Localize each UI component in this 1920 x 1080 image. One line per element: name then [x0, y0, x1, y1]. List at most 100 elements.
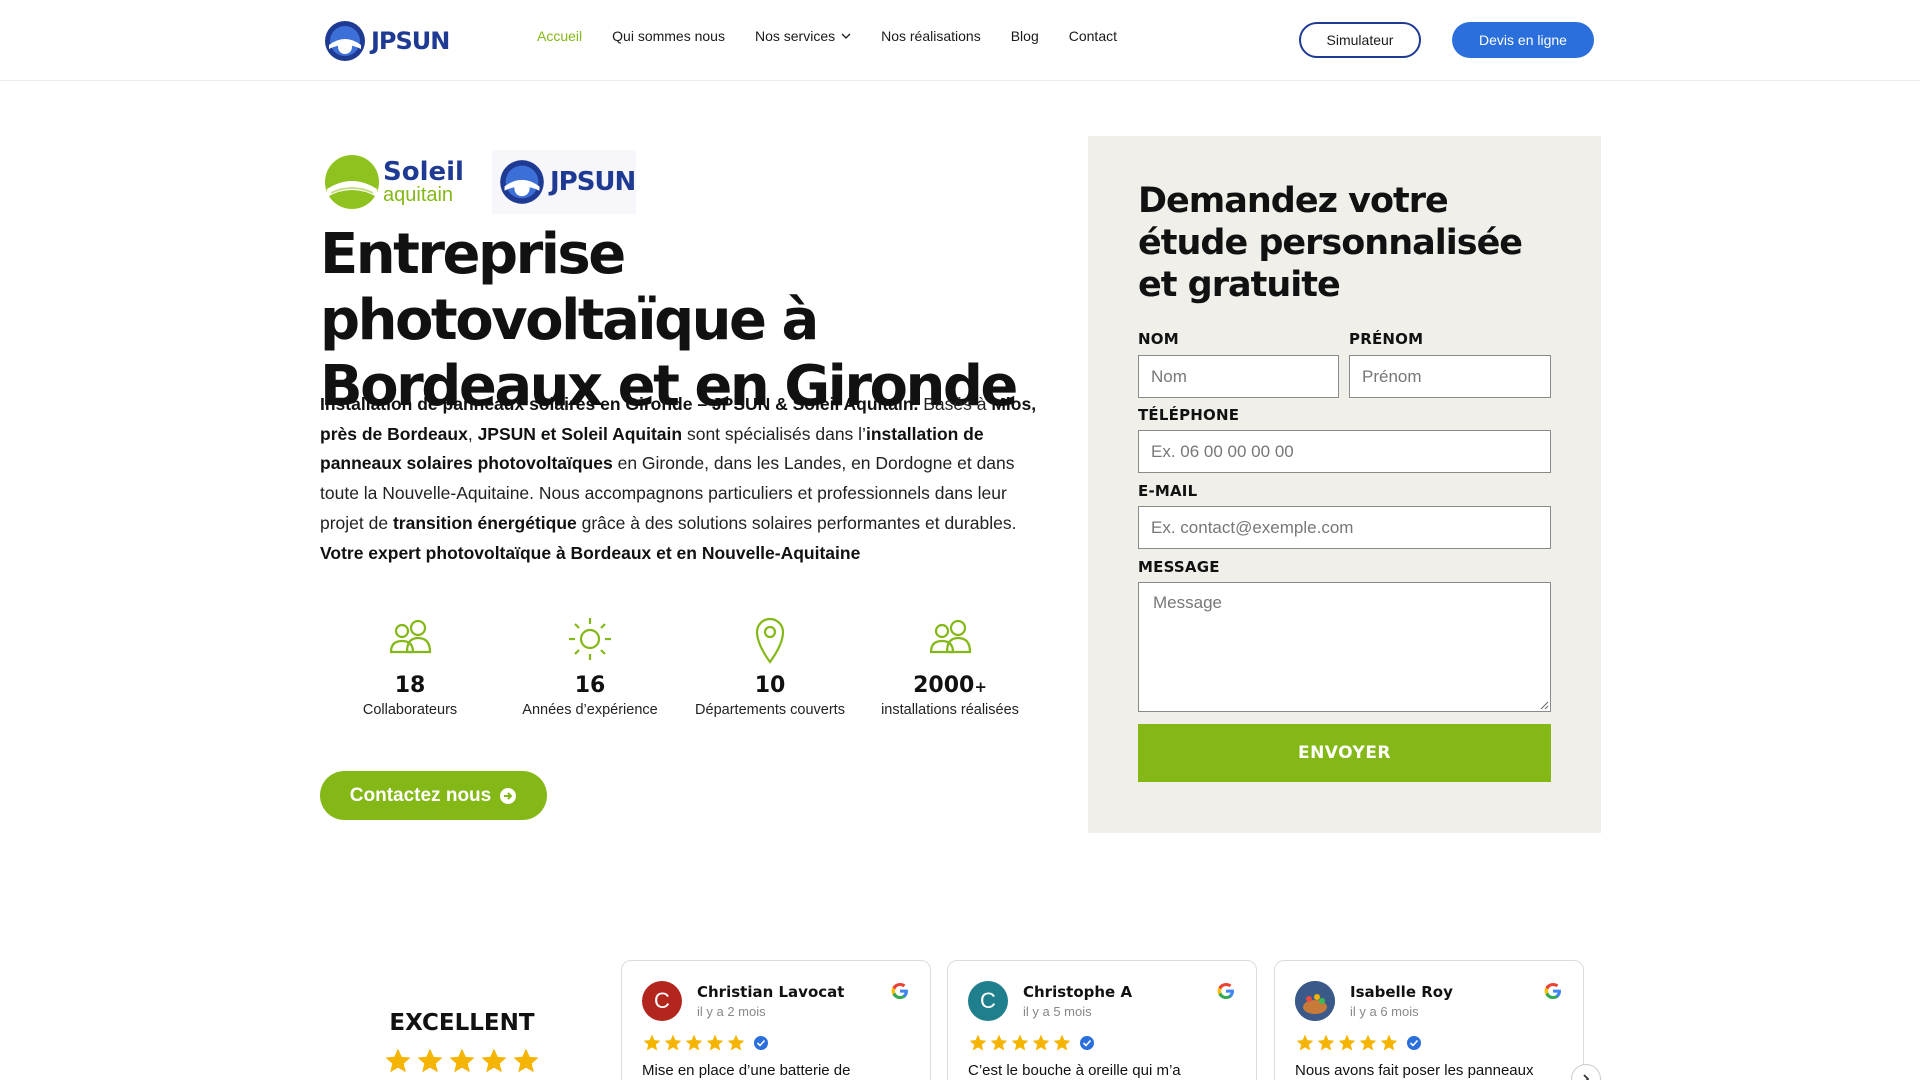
- message-label: MESSAGE: [1138, 558, 1220, 576]
- review-card[interactable]: Isabelle Roy il y a 6 mois Nous avons fa…: [1274, 960, 1584, 1080]
- quote-button[interactable]: Devis en ligne: [1452, 22, 1594, 58]
- hero-paragraph-text: sont spécialisés dans l’: [682, 423, 866, 444]
- star-icon: [1032, 1034, 1050, 1051]
- stat-label: Années d’expérience: [522, 702, 658, 718]
- nav-nos-services-label: Nos services: [754, 28, 836, 44]
- review-summary: EXCELLENT: [330, 1010, 594, 1076]
- google-icon: [1217, 983, 1234, 999]
- nav-nos-realisations[interactable]: Nos réalisations: [881, 28, 981, 44]
- star-icon: [481, 1048, 507, 1073]
- review-time: il y a 2 mois: [697, 1004, 766, 1019]
- reviewer-name: Christophe A: [1023, 983, 1133, 1001]
- prenom-label: PRÉNOM: [1349, 330, 1424, 348]
- stat-number: 10: [754, 673, 786, 698]
- stat-installations: 2000+ installations réalisées: [860, 612, 1040, 719]
- sun-icon: [569, 618, 611, 660]
- jpsun-brand-logo: JPSUN: [491, 150, 636, 214]
- brand-logos: Soleil aquitain JPSUN: [323, 150, 636, 214]
- review-stars: [642, 1033, 769, 1053]
- review-stars: [1295, 1033, 1422, 1053]
- star-icon: [1296, 1034, 1314, 1051]
- stat-experience: 16 Années d’expérience: [500, 612, 680, 719]
- contact-button-label: Contactez nous: [349, 784, 492, 806]
- verified-badge-icon: [1080, 1036, 1094, 1050]
- stat-label: Départements couverts: [695, 702, 845, 718]
- rating-stars: [330, 1046, 594, 1076]
- avatar: [1295, 981, 1335, 1021]
- star-icon: [706, 1034, 724, 1051]
- nav-contact[interactable]: Contact: [1069, 28, 1117, 44]
- avatar: C: [642, 981, 682, 1021]
- avatar: C: [968, 981, 1008, 1021]
- message-textarea[interactable]: [1138, 582, 1551, 712]
- review-stars: [968, 1033, 1095, 1053]
- nom-input[interactable]: [1138, 355, 1339, 398]
- stat-number: 2000+: [913, 673, 987, 698]
- stat-number: 18: [394, 673, 426, 698]
- chevron-down-icon: [841, 33, 851, 39]
- google-icon: [891, 983, 908, 999]
- star-icon: [727, 1034, 745, 1051]
- review-card[interactable]: C Christian Lavocat il y a 2 mois Mise e…: [621, 960, 931, 1080]
- telephone-label: TÉLÉPHONE: [1138, 406, 1240, 424]
- rating-label: EXCELLENT: [389, 1010, 535, 1036]
- hero-paragraph-bold: Votre expert photovoltaïque à Bordeaux e…: [320, 542, 861, 563]
- stat-number: 16: [574, 673, 606, 698]
- logo-text: JPSUN: [371, 27, 450, 55]
- soleil-sun-icon: [325, 155, 379, 209]
- reviewer-name: Christian Lavocat: [697, 983, 845, 1001]
- soleil-text: Soleil: [383, 157, 464, 187]
- star-icon: [969, 1034, 987, 1051]
- chevron-right-icon: [1583, 1074, 1590, 1080]
- email-input[interactable]: [1138, 506, 1551, 549]
- reviewer-name: Isabelle Roy: [1350, 983, 1453, 1001]
- avatar-photo-icon: [1295, 981, 1335, 1021]
- hero-paragraph-bold: Installation de panneaux solaires en Gir…: [320, 394, 919, 414]
- simulator-button[interactable]: Simulateur: [1299, 22, 1421, 58]
- star-icon: [513, 1048, 539, 1073]
- telephone-input[interactable]: [1138, 430, 1551, 473]
- email-label: E-MAIL: [1138, 482, 1198, 500]
- review-card[interactable]: C Christophe A il y a 5 mois C’est le bo…: [947, 960, 1257, 1080]
- stat-collaborators: 18 Collaborateurs: [320, 612, 500, 719]
- hero-paragraph-text: Basés à: [918, 394, 992, 414]
- submit-button[interactable]: ENVOYER: [1138, 724, 1551, 782]
- star-icon: [1011, 1034, 1029, 1051]
- contact-button[interactable]: Contactez nous: [320, 771, 547, 820]
- hero-paragraph-text: ,: [467, 423, 478, 444]
- review-text: Nous avons fait poser les panneaux: [1295, 1062, 1534, 1079]
- resize-handle-icon[interactable]: [1539, 700, 1549, 710]
- star-icon: [643, 1034, 661, 1051]
- verified-badge-icon: [1407, 1036, 1421, 1050]
- hero-paragraph: Installation de panneaux solaires en Gir…: [320, 390, 1045, 568]
- star-icon: [1317, 1034, 1335, 1051]
- verified-badge-icon: [754, 1036, 768, 1050]
- review-time: il y a 5 mois: [1023, 1004, 1092, 1019]
- star-icon: [449, 1048, 475, 1073]
- star-icon: [685, 1034, 703, 1051]
- star-icon: [990, 1034, 1008, 1051]
- star-icon: [417, 1048, 443, 1073]
- review-text: Mise en place d’une batterie de: [642, 1062, 851, 1079]
- hero-paragraph-bold: JPSUN et Soleil Aquitain: [477, 423, 683, 444]
- jpsun-logo[interactable]: JPSUN: [323, 12, 453, 70]
- people-icon: [389, 619, 432, 654]
- star-icon: [1338, 1034, 1356, 1051]
- stat-label: Collaborateurs: [362, 702, 458, 718]
- stat-departments: 10 Départements couverts: [680, 612, 860, 719]
- nav-nos-services[interactable]: Nos services: [755, 28, 851, 44]
- star-icon: [1380, 1034, 1398, 1051]
- map-pin-icon: [755, 617, 785, 664]
- nav-accueil[interactable]: Accueil: [537, 28, 582, 44]
- hero-paragraph-bold: transition énergétique: [392, 512, 577, 533]
- star-icon: [664, 1034, 682, 1051]
- nav-qui-sommes-nous[interactable]: Qui sommes nous: [612, 28, 725, 44]
- star-icon: [1359, 1034, 1377, 1051]
- nav-blog[interactable]: Blog: [1011, 28, 1039, 44]
- stat-label: installations réalisées: [881, 702, 1019, 718]
- nom-label: NOM: [1138, 330, 1179, 348]
- prenom-input[interactable]: [1349, 355, 1551, 398]
- star-icon: [1053, 1034, 1071, 1051]
- sun-logo-icon: [325, 21, 365, 61]
- google-icon: [1544, 983, 1561, 999]
